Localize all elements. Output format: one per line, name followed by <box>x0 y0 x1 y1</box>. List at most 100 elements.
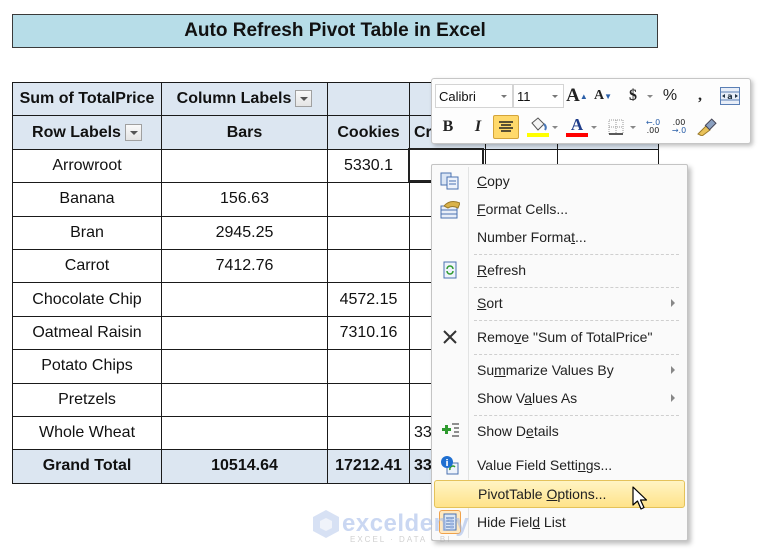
menu-item-sort[interactable]: Sort <box>434 290 685 316</box>
font-color-button[interactable]: A <box>566 115 588 139</box>
borders-icon <box>608 119 624 135</box>
bars-value[interactable] <box>161 382 328 417</box>
menu-item-value-field-settings[interactable]: i Value Field Settings... <box>434 452 685 478</box>
mini-toolbar: Calibri 11 A ▲ A ▼ $ % , a B I A ←.0 .00… <box>431 78 751 144</box>
bars-value[interactable] <box>161 282 328 317</box>
cookies-value[interactable]: 17212.41 <box>327 449 410 484</box>
format-painter-icon <box>697 118 717 136</box>
cookies-value[interactable] <box>327 182 410 217</box>
cookies-value[interactable]: 7310.16 <box>327 315 410 351</box>
bars-value[interactable] <box>161 349 328 384</box>
menu-item-show-values-as[interactable]: Show Values As <box>434 385 685 411</box>
context-menu: Copy Format Cells... Number Format... Re… <box>431 164 688 541</box>
cookies-value[interactable]: 4572.15 <box>327 282 410 317</box>
center-align-button[interactable] <box>493 115 519 139</box>
column-labels-filter-dropdown[interactable] <box>295 90 313 108</box>
row-label[interactable]: Pretzels <box>12 382 162 417</box>
svg-text:i: i <box>445 459 448 469</box>
currency-dropdown-arrow[interactable] <box>646 84 654 108</box>
bars-value[interactable]: 2945.25 <box>161 215 328 250</box>
bold-button[interactable]: B <box>437 115 459 139</box>
paint-bucket-icon <box>531 117 547 131</box>
menu-separator <box>474 254 679 255</box>
column-header-bars[interactable]: Bars <box>161 115 328 150</box>
cookies-value[interactable] <box>327 415 410 451</box>
font-color-dropdown-arrow[interactable] <box>590 115 598 139</box>
fill-color-button[interactable] <box>527 115 549 139</box>
menu-item-format-cells[interactable]: Format Cells... <box>434 196 685 222</box>
bars-value[interactable]: 7412.76 <box>161 248 328 284</box>
shrink-font-button[interactable]: A ▼ <box>592 84 614 108</box>
cookies-value[interactable]: 5330.1 <box>327 148 410 184</box>
submenu-arrow-icon <box>671 299 675 307</box>
header-blank-cell[interactable] <box>327 81 410 117</box>
row-label[interactable]: Arrowroot <box>12 148 162 184</box>
row-label[interactable]: Oatmeal Raisin <box>12 315 162 351</box>
menu-separator <box>474 354 679 355</box>
menu-item-remove-field[interactable]: Remove "Sum of TotalPrice" <box>434 324 685 350</box>
menu-item-refresh[interactable]: Refresh <box>434 257 685 283</box>
submenu-arrow-icon <box>671 394 675 402</box>
font-size-combo[interactable]: 11 <box>513 84 564 108</box>
merge-center-button[interactable]: a <box>719 84 741 108</box>
increase-decimal-button[interactable]: ←.0.00 <box>642 115 664 139</box>
currency-button[interactable]: $ <box>622 84 644 108</box>
column-labels-header[interactable]: Column Labels <box>161 81 328 117</box>
menu-item-show-details[interactable]: Show Details <box>434 418 685 444</box>
cookies-value[interactable] <box>327 215 410 250</box>
align-center-icon <box>499 121 513 132</box>
exceldemy-logo-icon <box>313 510 339 538</box>
comma-style-button[interactable]: , <box>689 84 711 108</box>
font-name-combo[interactable]: Calibri <box>435 84 513 108</box>
show-details-icon <box>440 422 460 440</box>
fill-color-dropdown-arrow[interactable] <box>551 115 559 139</box>
menu-item-summarize-values-by[interactable]: Summarize Values By <box>434 357 685 383</box>
bars-value[interactable] <box>161 415 328 451</box>
row-label[interactable]: Chocolate Chip <box>12 282 162 317</box>
bars-value[interactable] <box>161 148 328 184</box>
mouse-cursor-icon <box>632 486 648 510</box>
row-label[interactable]: Bran <box>12 215 162 250</box>
svg-text:a: a <box>727 92 732 101</box>
bars-value[interactable] <box>161 315 328 351</box>
row-label[interactable]: Whole Wheat <box>12 415 162 451</box>
menu-separator <box>474 287 679 288</box>
bars-value[interactable]: 156.63 <box>161 182 328 217</box>
remove-icon <box>440 328 460 346</box>
menu-item-hide-field-list[interactable]: Hide Field List <box>434 509 685 535</box>
borders-button[interactable] <box>605 115 627 139</box>
grow-font-button[interactable]: A ▲ <box>566 84 588 108</box>
row-label[interactable]: Carrot <box>12 248 162 284</box>
refresh-icon <box>440 261 460 279</box>
sheet-title: Auto Refresh Pivot Table in Excel <box>12 14 658 48</box>
font-color-swatch <box>566 133 588 137</box>
fill-color-swatch <box>527 133 549 137</box>
value-field-settings-icon: i <box>440 456 460 475</box>
watermark: exceldemy EXCEL · DATA · BI <box>310 508 469 544</box>
menu-item-number-format[interactable]: Number Format... <box>434 224 685 250</box>
chevron-down-icon <box>552 95 558 98</box>
column-header-cookies[interactable]: Cookies <box>327 115 410 150</box>
cookies-value[interactable] <box>327 382 410 417</box>
menu-item-copy[interactable]: Copy <box>434 168 685 194</box>
bars-value[interactable]: 10514.64 <box>161 449 328 484</box>
menu-separator <box>474 320 679 321</box>
value-field-header[interactable]: Sum of TotalPrice <box>12 81 162 117</box>
format-painter-button[interactable] <box>696 115 718 139</box>
submenu-arrow-icon <box>671 366 675 374</box>
copy-icon <box>440 172 460 190</box>
cookies-value[interactable] <box>327 248 410 284</box>
merge-center-icon: a <box>720 87 740 105</box>
format-cells-icon <box>440 200 460 219</box>
percent-button[interactable]: % <box>659 84 681 108</box>
row-label[interactable]: Banana <box>12 182 162 217</box>
cookies-value[interactable] <box>327 349 410 384</box>
row-labels-header[interactable]: Row Labels <box>12 115 162 150</box>
decrease-decimal-button[interactable]: .00 →.0 <box>668 115 690 139</box>
italic-button[interactable]: I <box>467 115 489 139</box>
row-label[interactable]: Grand Total <box>12 449 162 484</box>
menu-separator <box>474 415 679 416</box>
row-labels-filter-dropdown[interactable] <box>124 123 142 141</box>
row-label[interactable]: Potato Chips <box>12 349 162 384</box>
borders-dropdown-arrow[interactable] <box>629 115 637 139</box>
